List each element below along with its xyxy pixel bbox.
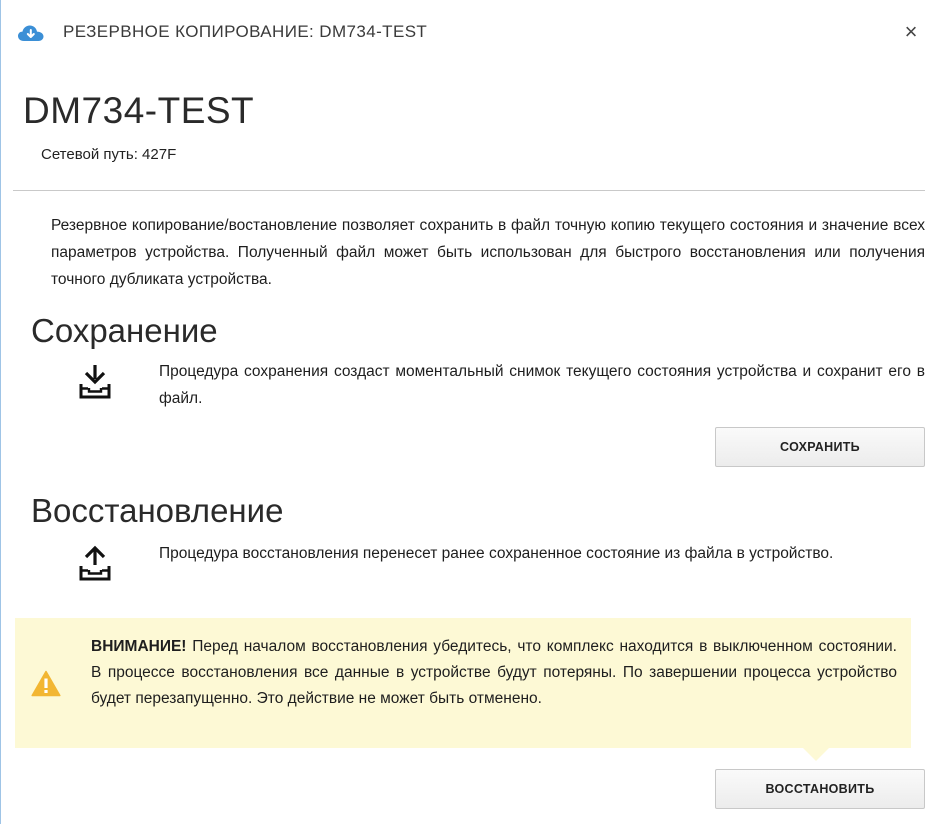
warning-pointer [803,748,829,761]
cloud-download-icon [18,25,44,41]
title-bar: РЕЗЕРВНОЕ КОПИРОВАНИЕ: DM734-TEST × [1,0,927,62]
device-name: DM734-TEST [23,90,255,131]
save-button[interactable]: СОХРАНИТЬ [715,427,925,467]
warning-label: ВНИМАНИЕ! [91,638,187,655]
restore-section-title: Восстановление [31,492,284,529]
save-section-title: Сохранение [31,312,218,349]
divider [13,190,925,191]
restore-description: Процедура восстановления перенесет ранее… [159,545,834,562]
warning-text: ВНИМАНИЕ! Перед началом восстановления у… [91,634,897,712]
warning-body: Перед началом восстановления убедитесь, … [91,638,897,707]
backup-dialog: РЕЗЕРВНОЕ КОПИРОВАНИЕ: DM734-TEST × DM73… [0,0,927,824]
window-title: РЕЗЕРВНОЕ КОПИРОВАНИЕ: DM734-TEST [63,22,428,41]
save-description: Процедура сохранения создаст моментальны… [159,363,925,407]
intro-text: Резервное копирование/востановление позв… [51,217,925,288]
warning-panel: ВНИМАНИЕ! Перед началом восстановления у… [15,618,911,748]
upload-tray-icon [79,545,111,581]
network-path: Сетевой путь: 427F [41,146,177,163]
download-tray-icon [79,365,111,399]
restore-button[interactable]: ВОССТАНОВИТЬ [715,769,925,809]
close-button[interactable]: × [899,18,923,46]
warning-triangle-icon [31,670,61,697]
